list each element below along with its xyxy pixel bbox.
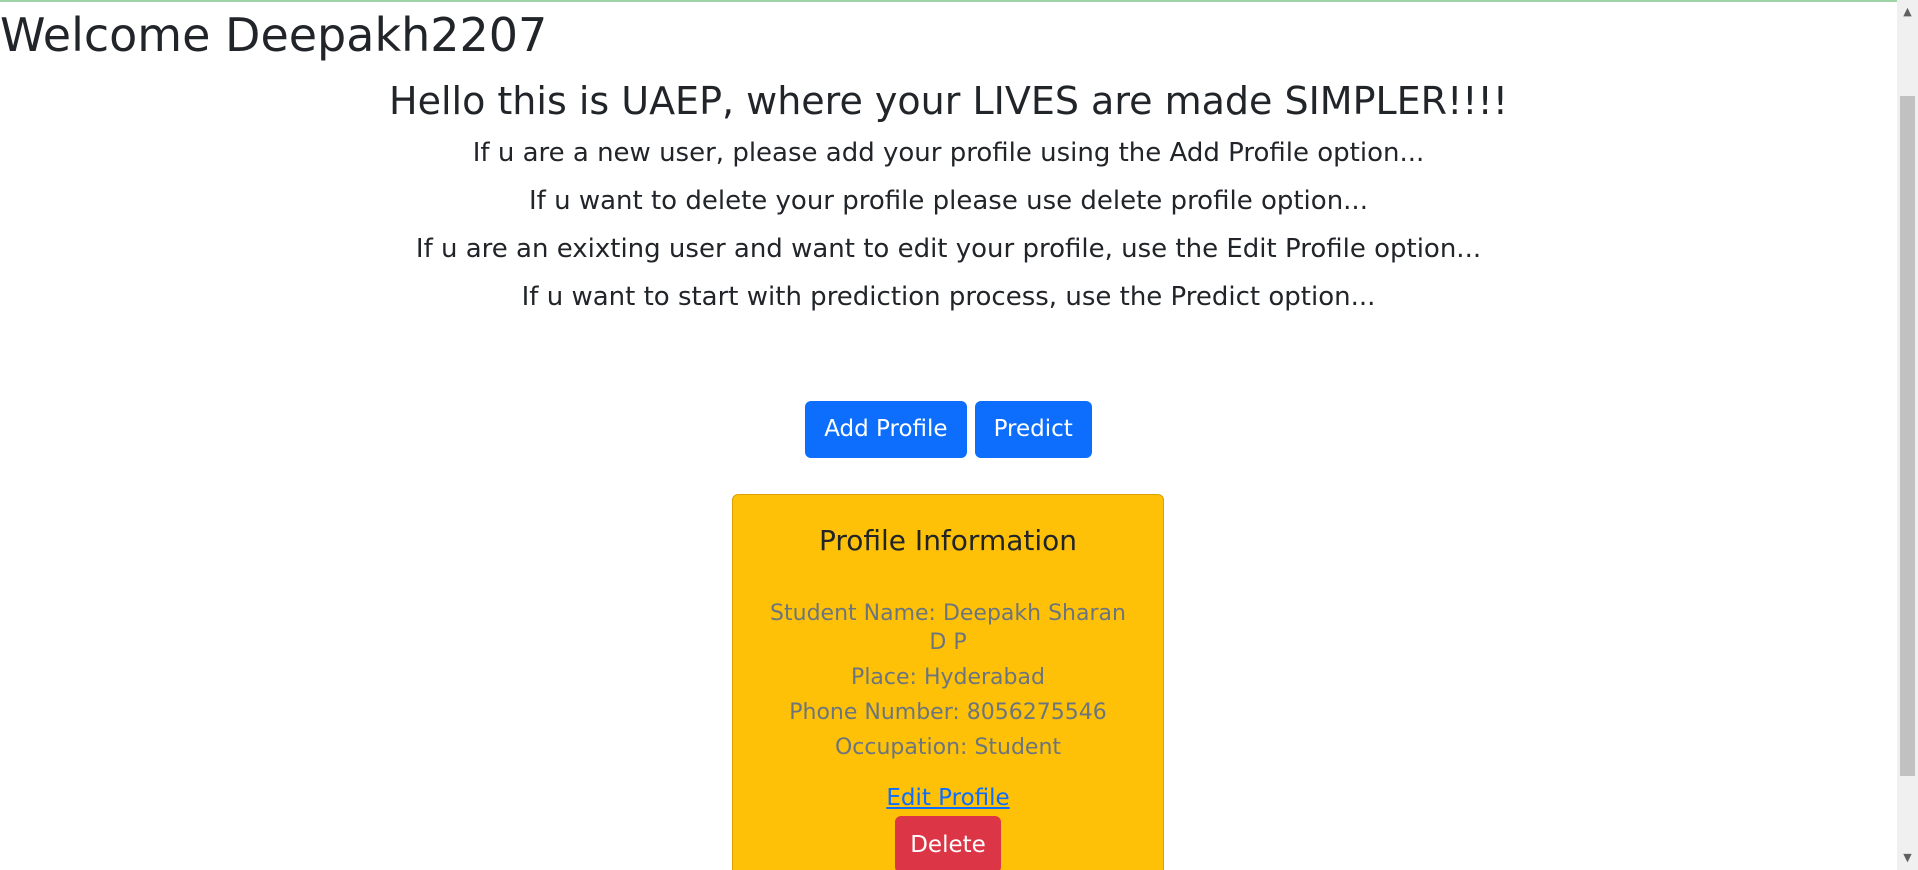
profile-card-title: Profile Information xyxy=(818,524,1078,557)
profile-card: Profile Information Student Name: Deepak… xyxy=(732,494,1164,870)
action-buttons: Add Profile Predict xyxy=(0,401,1897,458)
intro-line-add-profile: If u are a new user, please add your pro… xyxy=(472,138,1425,168)
window-top-border xyxy=(0,0,1918,2)
student-name: Student Name: Deepakh Sharan D P xyxy=(770,601,1126,655)
phone-number: Phone Number: 8056275546 xyxy=(789,700,1107,725)
predict-button[interactable]: Predict xyxy=(974,401,1092,458)
welcome-heading: Welcome Deepakh2207 xyxy=(0,8,548,62)
scroll-up-arrow-icon[interactable]: ▲ xyxy=(1897,2,1918,22)
intro-line-delete-profile: If u want to delete your profile please … xyxy=(529,186,1368,216)
delete-profile-button[interactable]: Delete xyxy=(895,816,1001,870)
intro-title: Hello this is UAEP, where your LIVES are… xyxy=(389,79,1508,123)
scroll-down-arrow-icon[interactable]: ▼ xyxy=(1897,848,1918,868)
place: Place: Hyderabad xyxy=(851,665,1045,690)
scrollbar-thumb[interactable] xyxy=(1900,96,1915,776)
page-viewport: Welcome Deepakh2207 Hello this is UAEP, … xyxy=(0,3,1897,870)
intro-line-edit-profile: If u are an exixting user and want to ed… xyxy=(415,234,1482,264)
profile-details: Student Name: Deepakh Sharan D P Place: … xyxy=(733,599,1163,762)
vertical-scrollbar[interactable]: ▲ ▼ xyxy=(1897,0,1918,870)
intro-line-predict: If u want to start with prediction proce… xyxy=(521,282,1376,312)
intro-section: Hello this is UAEP, where your LIVES are… xyxy=(0,73,1897,321)
add-profile-button[interactable]: Add Profile xyxy=(805,401,967,458)
occupation: Occupation: Student xyxy=(834,735,1062,760)
edit-profile-link[interactable]: Edit Profile xyxy=(886,784,1009,812)
